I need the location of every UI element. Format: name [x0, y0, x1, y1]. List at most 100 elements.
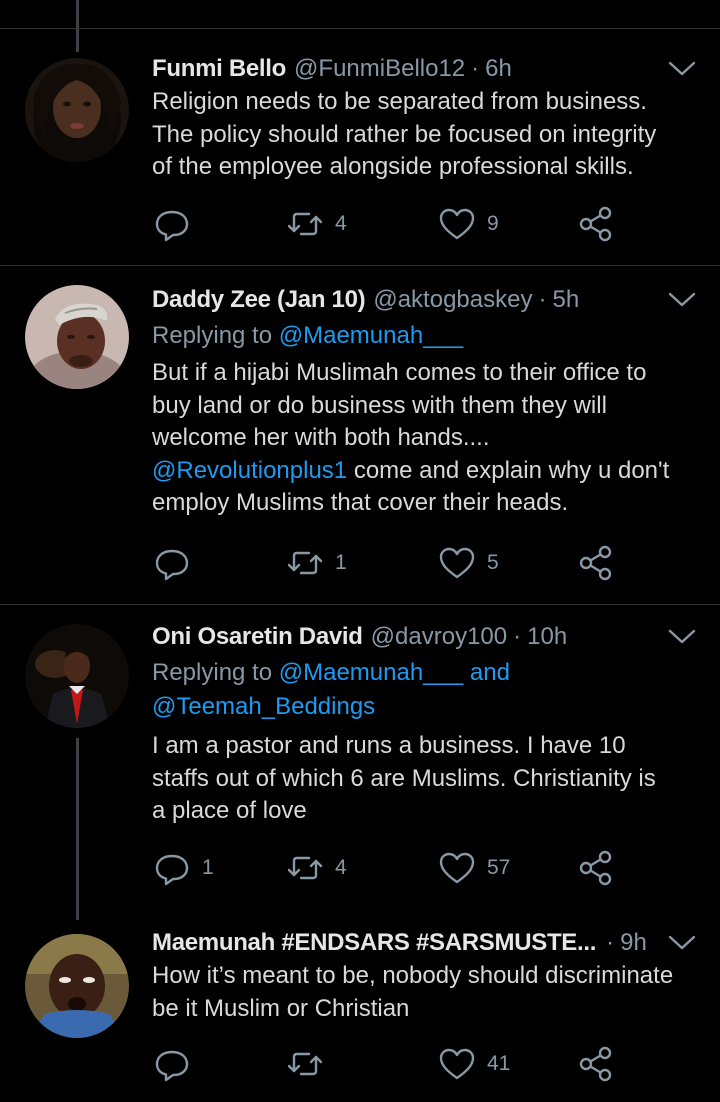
tweet-item[interactable]: Daddy Zee (Jan 10) @aktogbaskey · 5h Rep…: [0, 265, 720, 604]
thread-line: [76, 738, 79, 920]
tweet-actions: 1 5: [152, 543, 622, 583]
timestamp[interactable]: 9h: [620, 928, 647, 958]
like-button[interactable]: 5: [437, 543, 499, 583]
tweet-text-line: buy land or do business with them they w…: [152, 391, 607, 419]
like-button[interactable]: 57: [437, 848, 510, 888]
chevron-down-icon[interactable]: [667, 932, 697, 954]
mention-link[interactable]: @Maemunah___: [279, 322, 463, 349]
tweet-text: I am a pastor and runs a business. I hav…: [152, 730, 697, 828]
share-button[interactable]: [576, 543, 616, 583]
tweet-actions: 41: [152, 1044, 622, 1084]
replying-to-label: Replying to: [152, 322, 279, 349]
tweet-text: Religion needs to be separated from busi…: [152, 86, 697, 184]
mention-link[interactable]: @Revolutionplus1: [152, 457, 347, 484]
tweet-text-line: be it Muslim or Christian: [152, 994, 410, 1022]
tweet-text-line: But if a hijabi Muslimah comes to their …: [152, 359, 647, 386]
retweet-button[interactable]: 1: [285, 543, 347, 583]
chevron-down-icon[interactable]: [667, 289, 697, 311]
reply-button[interactable]: [152, 543, 202, 583]
reply-button[interactable]: [152, 1044, 202, 1084]
retweet-icon: [287, 551, 323, 575]
retweet-button[interactable]: [285, 1044, 335, 1084]
tweet-text-line: a place of love: [152, 797, 307, 824]
tweet-text-line: of the employee alongside professional s…: [152, 153, 634, 180]
author-name[interactable]: Oni Osaretin David: [152, 622, 363, 652]
reply-icon: [155, 210, 189, 242]
retweet-button[interactable]: 4: [285, 204, 347, 244]
tweet-actions: 1 4 57: [152, 848, 622, 888]
author-handle[interactable]: @davroy100: [371, 622, 507, 652]
separator-dot: ·: [538, 286, 547, 313]
retweet-icon: [287, 856, 323, 880]
heart-icon: [439, 852, 475, 884]
retweet-icon: [287, 212, 323, 236]
avatar[interactable]: [25, 934, 129, 1038]
tweet-text: How it’s meant to be, nobody should disc…: [152, 960, 697, 1025]
like-count: 57: [487, 856, 511, 879]
tweet-text-line: employ Muslims that cover their heads.: [152, 489, 569, 516]
like-count: 5: [487, 551, 499, 574]
like-count: 9: [487, 212, 499, 235]
replying-to: Replying to @Maemunah___ and @Teemah_Bed…: [152, 656, 697, 724]
retweet-count: 4: [335, 856, 347, 879]
author-handle[interactable]: @FunmiBello12: [294, 54, 465, 84]
share-button[interactable]: [576, 848, 616, 888]
tweet-item[interactable]: Funmi Bello @FunmiBello12 · 6h Religion …: [0, 28, 720, 265]
reply-button[interactable]: [152, 204, 202, 244]
avatar[interactable]: [25, 58, 129, 162]
like-button[interactable]: 41: [437, 1044, 510, 1084]
tweet-text: But if a hijabi Muslimah comes to their …: [152, 357, 697, 520]
heart-icon: [439, 208, 475, 240]
retweet-count: 4: [335, 212, 347, 235]
retweet-icon: [287, 1052, 323, 1076]
author-name[interactable]: Maemunah #ENDSARS #SARSMUSTE...: [152, 928, 596, 958]
reply-count: 1: [202, 856, 214, 879]
share-icon: [579, 850, 612, 886]
reply-button[interactable]: 1: [152, 848, 214, 888]
heart-icon: [439, 547, 475, 579]
tweet-item[interactable]: Oni Osaretin David @davroy100 · 10h Repl…: [0, 604, 720, 920]
tweet-text-line: welcome her with both hands....: [152, 424, 490, 451]
reply-icon: [155, 1050, 189, 1082]
share-button[interactable]: [576, 1044, 616, 1084]
share-icon: [579, 1046, 612, 1082]
tweet-text-line: staffs out of which 6 are Muslims. Chris…: [152, 764, 656, 792]
separator-dot: ·: [513, 623, 522, 650]
replying-to-label: Replying to: [152, 659, 279, 686]
retweet-button[interactable]: 4: [285, 848, 347, 888]
tweet-text-line: I am a pastor and runs a business. I hav…: [152, 732, 626, 759]
separator-dot: ·: [606, 929, 615, 956]
share-button[interactable]: [576, 204, 616, 244]
timestamp[interactable]: 6h: [485, 54, 512, 84]
chevron-down-icon[interactable]: [667, 626, 697, 648]
separator-dot: ·: [471, 55, 480, 82]
share-icon: [579, 545, 612, 581]
tweet-actions: 4 9: [152, 204, 622, 244]
replying-to: Replying to @Maemunah___: [152, 319, 697, 353]
avatar[interactable]: [25, 285, 129, 389]
replying-to-and: and: [463, 659, 510, 686]
author-name[interactable]: Funmi Bello: [152, 54, 286, 84]
author-name[interactable]: Daddy Zee (Jan 10): [152, 285, 366, 315]
avatar[interactable]: [25, 624, 129, 728]
tweet-text-line: The policy should rather be focused on i…: [152, 120, 657, 148]
timestamp[interactable]: 5h: [552, 285, 579, 315]
tweet-feed: Funmi Bello @FunmiBello12 · 6h Religion …: [0, 0, 720, 1102]
chevron-down-icon[interactable]: [667, 58, 697, 80]
tweet-item[interactable]: Maemunah #ENDSARS #SARSMUSTE... · 9h How…: [0, 920, 720, 1102]
retweet-count: 1: [335, 551, 347, 574]
like-button[interactable]: 9: [437, 204, 499, 244]
tweet-text-line: Religion needs to be separated from busi…: [152, 88, 647, 115]
tweet-text-fragment: come and explain why u don't: [353, 456, 670, 484]
reply-icon: [155, 549, 189, 581]
timestamp[interactable]: 10h: [527, 622, 567, 652]
mention-link[interactable]: @Maemunah___: [279, 659, 463, 686]
reply-icon: [155, 854, 189, 886]
tweet-text-line: How it’s meant to be, nobody should disc…: [152, 962, 674, 989]
mention-link[interactable]: @Teemah_Beddings: [152, 693, 375, 720]
like-count: 41: [487, 1052, 511, 1075]
share-icon: [579, 206, 612, 242]
heart-icon: [439, 1048, 475, 1080]
tweet-text-line: @Revolutionplus1 come and explain why u …: [152, 455, 697, 488]
author-handle[interactable]: @aktogbaskey: [373, 285, 532, 315]
